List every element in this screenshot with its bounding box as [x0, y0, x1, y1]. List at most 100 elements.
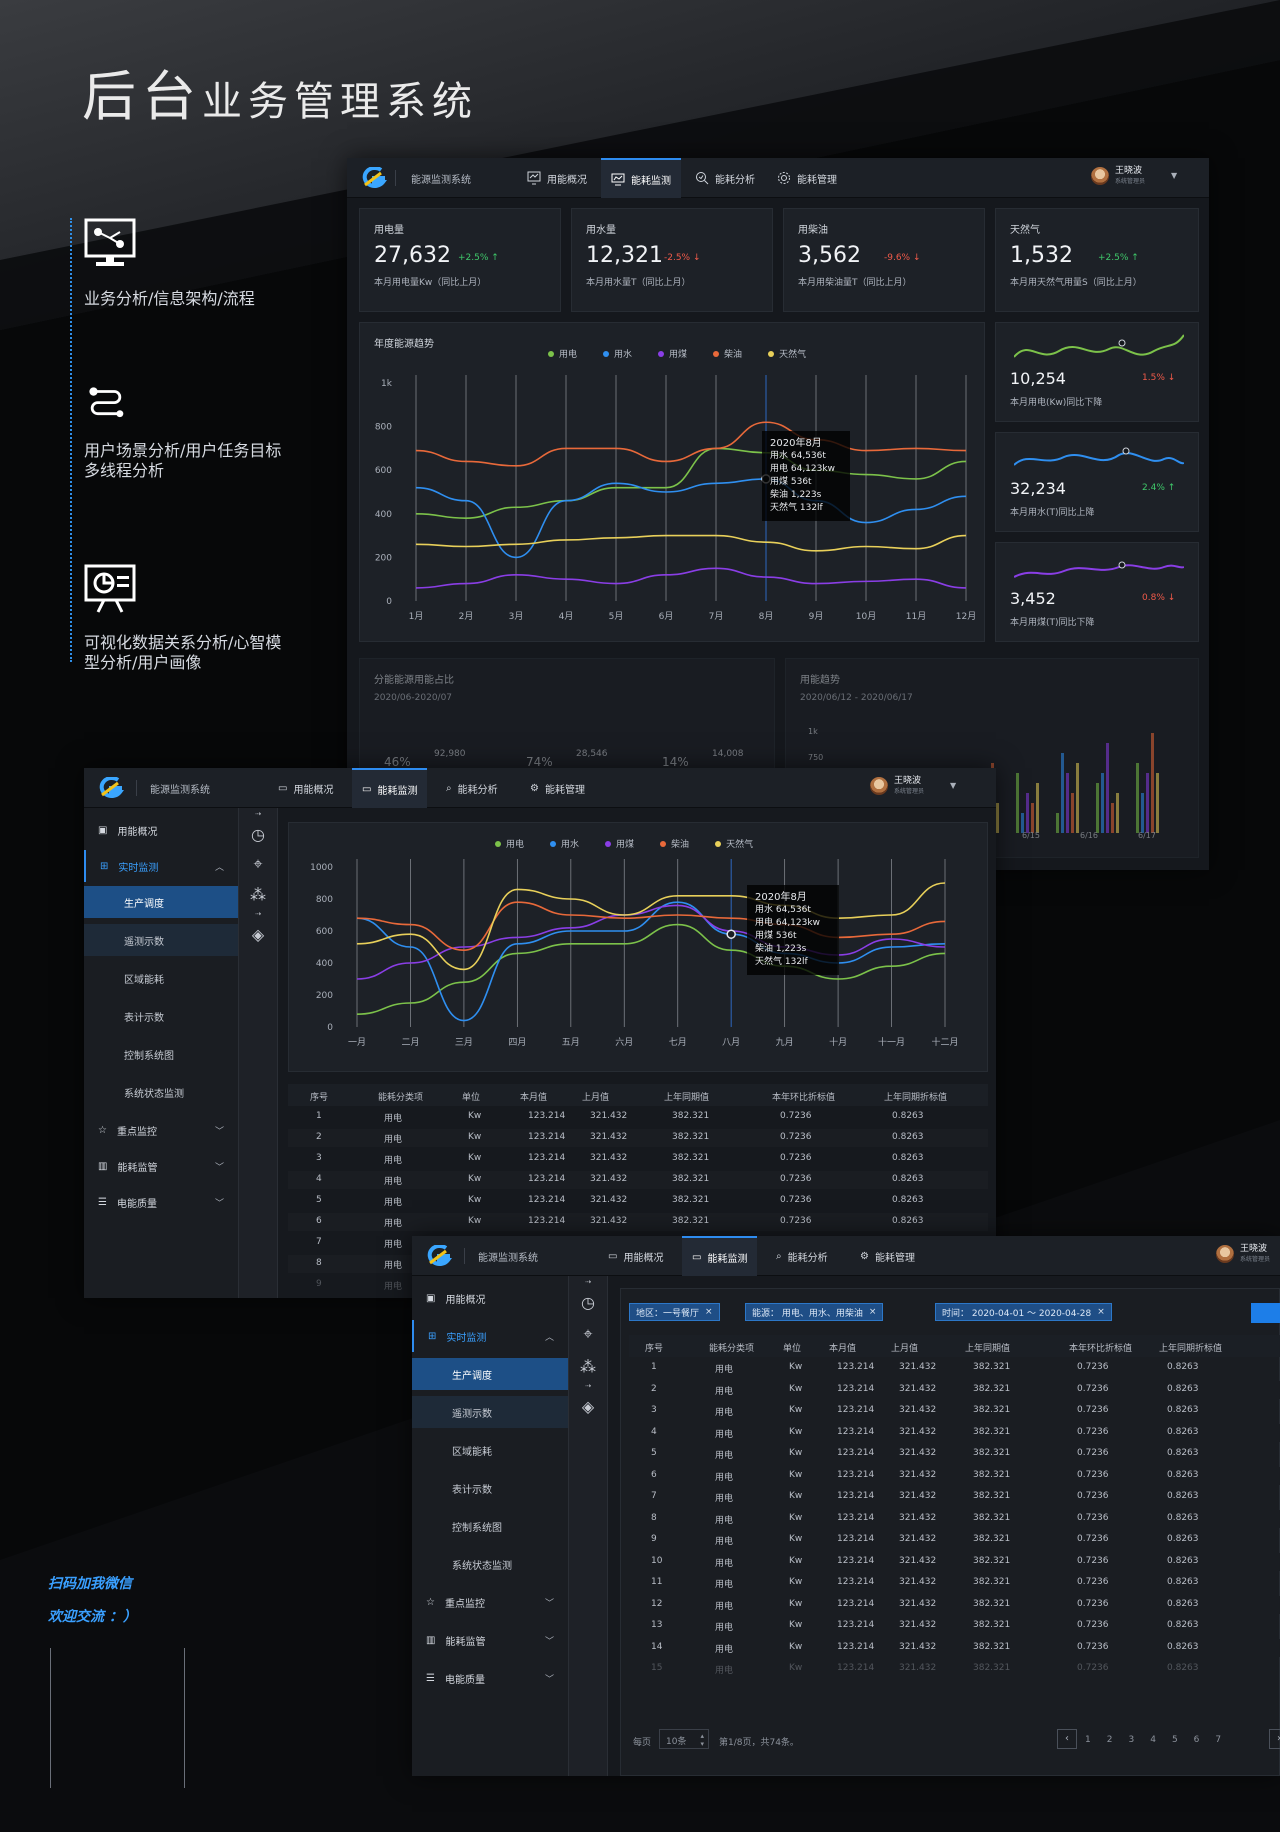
- page-number[interactable]: 3: [1128, 1735, 1134, 1745]
- table-row[interactable]: 2 用电 Kw 123.214 321.432 382.321 0.7236 0.8263: [288, 1129, 988, 1147]
- expand-icon[interactable]: ⇢: [569, 1380, 607, 1392]
- table-row[interactable]: 4 用电 Kw 123.214 321.432 382.321 0.7236 0.8263: [629, 1423, 1280, 1442]
- sidebar-item-quality[interactable]: ☰ 电能质量 ﹀: [412, 1662, 568, 1694]
- sidebar-item-realtime[interactable]: ⊞ 实时监测 ︿: [84, 850, 238, 882]
- sidebar-sub-control[interactable]: 控制系统图: [84, 1038, 238, 1070]
- sidebar-item-key[interactable]: ☆ 重点监控 ﹀: [412, 1586, 568, 1618]
- sidebar-sub-status[interactable]: 系统状态监测: [412, 1548, 568, 1580]
- table-row[interactable]: 2 用电 Kw 123.214 321.432 382.321 0.7236 0.8263: [629, 1380, 1280, 1399]
- expand-icon[interactable]: ⇢: [239, 908, 277, 920]
- nav-monitor[interactable]: ▭ 能耗监测: [352, 768, 428, 808]
- user-menu[interactable]: 王晓波 系统管理员: [1216, 1244, 1270, 1263]
- legend-item[interactable]: 天然气: [768, 347, 806, 360]
- legend-item[interactable]: 用电: [548, 347, 577, 360]
- column-header[interactable]: 上年同期值: [965, 1341, 1010, 1354]
- clock-icon[interactable]: ◷: [239, 822, 277, 846]
- sidebar-sub-meter[interactable]: 表计示数: [84, 1000, 238, 1032]
- legend-item[interactable]: 用电: [495, 837, 524, 850]
- legend-item[interactable]: 天然气: [715, 837, 753, 850]
- apps-icon[interactable]: ⁂: [569, 1354, 607, 1378]
- clock-icon[interactable]: ◷: [569, 1290, 607, 1314]
- apps-icon[interactable]: ⁂: [239, 882, 277, 906]
- filter-chip-region[interactable]: 地区：一号餐厅 ×: [629, 1303, 720, 1321]
- nav-manage[interactable]: ⚙ 能耗管理: [520, 768, 595, 808]
- sidebar-sub-telemetry[interactable]: 遥测示数: [84, 924, 238, 956]
- legend-item[interactable]: 柴油: [660, 837, 689, 850]
- prev-page-button[interactable]: ‹: [1057, 1729, 1077, 1749]
- legend-item[interactable]: 用煤: [658, 347, 687, 360]
- sidebar-item-overview[interactable]: ▣ 用能概况: [412, 1282, 568, 1314]
- page-number[interactable]: 4: [1150, 1735, 1156, 1745]
- sidebar-sub-control[interactable]: 控制系统图: [412, 1510, 568, 1542]
- sidebar-item-supervise[interactable]: ▥ 能耗监管 ﹀: [412, 1624, 568, 1656]
- user-menu[interactable]: 王晓波 系统管理员 ▼: [870, 776, 956, 795]
- column-header[interactable]: 上月值: [582, 1090, 609, 1103]
- table-row[interactable]: 12 用电 Kw 123.214 321.432 382.321 0.7236 0.8263: [629, 1595, 1280, 1614]
- table-row[interactable]: 13 用电 Kw 123.214 321.432 382.321 0.7236 0.8263: [629, 1617, 1280, 1635]
- column-header[interactable]: 单位: [462, 1090, 480, 1103]
- table-row[interactable]: 8 用电 Kw 123.214 321.432 382.321 0.7236 0.8263: [629, 1509, 1280, 1528]
- table-row[interactable]: 6 用电 Kw 123.214 321.432 382.321 0.7236 0.8263: [629, 1466, 1280, 1485]
- nav-overview[interactable]: 用能概况: [517, 158, 597, 198]
- highlight-point[interactable]: [726, 929, 736, 939]
- legend-item[interactable]: 用煤: [605, 837, 634, 850]
- sidebar-sub-region[interactable]: 区域能耗: [84, 962, 238, 994]
- page-number[interactable]: 7: [1215, 1735, 1221, 1745]
- search-button[interactable]: [1251, 1303, 1280, 1323]
- table-row[interactable]: 15 用电 Kw 123.214 321.432 382.321 0.7236 0.8263: [629, 1660, 1280, 1678]
- filter-chip-time[interactable]: 时间： 2020-04-01 ～ 2020-04-28 ×: [935, 1303, 1112, 1321]
- page-size-select[interactable]: 10条 ▴ ▾: [659, 1729, 709, 1749]
- sidebar-sub-status[interactable]: 系统状态监测: [84, 1076, 238, 1108]
- column-header[interactable]: 上月值: [891, 1341, 918, 1354]
- page-number[interactable]: 5: [1172, 1735, 1178, 1745]
- table-row[interactable]: 10 用电 Kw 123.214 321.432 382.321 0.7236 0.8263: [629, 1552, 1280, 1571]
- nav-analysis[interactable]: ⌕ 能耗分析: [436, 768, 508, 808]
- nav-monitor[interactable]: ▭ 能耗监测: [682, 1236, 758, 1276]
- column-header[interactable]: 本年环比折标值: [772, 1090, 835, 1103]
- table-row[interactable]: 9 用电 Kw 123.214 321.432 382.321 0.7236 0.8263: [629, 1531, 1280, 1549]
- sidebar-item-overview[interactable]: ▣ 用能概况: [84, 814, 238, 846]
- column-header[interactable]: 上年同期值: [664, 1090, 709, 1103]
- nav-manage[interactable]: ⚙ 能耗管理: [850, 1236, 925, 1276]
- nav-analysis[interactable]: 能耗分析: [685, 158, 765, 198]
- nav-analysis[interactable]: ⌕ 能耗分析: [766, 1236, 838, 1276]
- expand-icon[interactable]: ⇢: [569, 1276, 607, 1288]
- location-icon[interactable]: ⌖: [569, 1322, 607, 1346]
- table-row[interactable]: 1 用电 Kw 123.214 321.432 382.321 0.7236 0.8263: [629, 1359, 1280, 1377]
- nav-manage[interactable]: 能耗管理: [767, 158, 847, 198]
- column-header[interactable]: 本月值: [520, 1090, 547, 1103]
- sidebar-sub-region[interactable]: 区域能耗: [412, 1434, 568, 1466]
- close-icon[interactable]: ×: [705, 1307, 713, 1317]
- table-row[interactable]: 5 用电 Kw 123.214 321.432 382.321 0.7236 0.8263: [288, 1192, 988, 1210]
- sidebar-item-realtime[interactable]: ⊞ 实时监测 ︿: [412, 1320, 568, 1352]
- table-row[interactable]: 4 用电 Kw 123.214 321.432 382.321 0.7236 0.8263: [288, 1171, 988, 1189]
- expand-icon[interactable]: ⇢: [239, 808, 277, 820]
- sidebar-sub-meter[interactable]: 表计示数: [412, 1472, 568, 1504]
- table-row[interactable]: 1 用电 Kw 123.214 321.432 382.321 0.7236 0.8263: [288, 1108, 988, 1126]
- sidebar-item-supervise[interactable]: ▥ 能耗监管 ﹀: [84, 1150, 238, 1182]
- column-header[interactable]: 能耗分类项: [378, 1090, 423, 1103]
- table-row[interactable]: 6 用电 Kw 123.214 321.432 382.321 0.7236 0.8263: [288, 1213, 988, 1231]
- column-header[interactable]: 序号: [310, 1090, 328, 1103]
- filter-chip-source[interactable]: 能源： 用电、用水、用柴油 ×: [745, 1303, 884, 1321]
- nav-monitor[interactable]: 能耗监测: [601, 158, 681, 198]
- page-number[interactable]: 6: [1194, 1735, 1200, 1745]
- nav-overview[interactable]: ▭ 用能概况: [268, 768, 343, 808]
- column-header[interactable]: 上年同期折标值: [884, 1090, 947, 1103]
- sidebar-item-key[interactable]: ☆ 重点监控 ﹀: [84, 1114, 238, 1146]
- layers-icon[interactable]: ◈: [569, 1394, 607, 1418]
- legend-item[interactable]: 用水: [603, 347, 632, 360]
- layers-icon[interactable]: ◈: [239, 922, 277, 946]
- column-header[interactable]: 单位: [783, 1341, 801, 1354]
- user-menu[interactable]: 王晓波 系统管理员 ▼: [1091, 166, 1177, 185]
- legend-item[interactable]: 用水: [550, 837, 579, 850]
- legend-item[interactable]: 柴油: [713, 347, 742, 360]
- location-icon[interactable]: ⌖: [239, 852, 277, 876]
- table-row[interactable]: 3 用电 Kw 123.214 321.432 382.321 0.7236 0.8263: [629, 1402, 1280, 1420]
- column-header[interactable]: 能耗分类项: [709, 1341, 754, 1354]
- nav-overview[interactable]: ▭ 用能概况: [598, 1236, 673, 1276]
- page-number[interactable]: 2: [1107, 1735, 1113, 1745]
- close-icon[interactable]: ×: [869, 1307, 877, 1317]
- column-header[interactable]: 本月值: [829, 1341, 856, 1354]
- sidebar-sub-dispatch[interactable]: 生产调度: [412, 1358, 568, 1390]
